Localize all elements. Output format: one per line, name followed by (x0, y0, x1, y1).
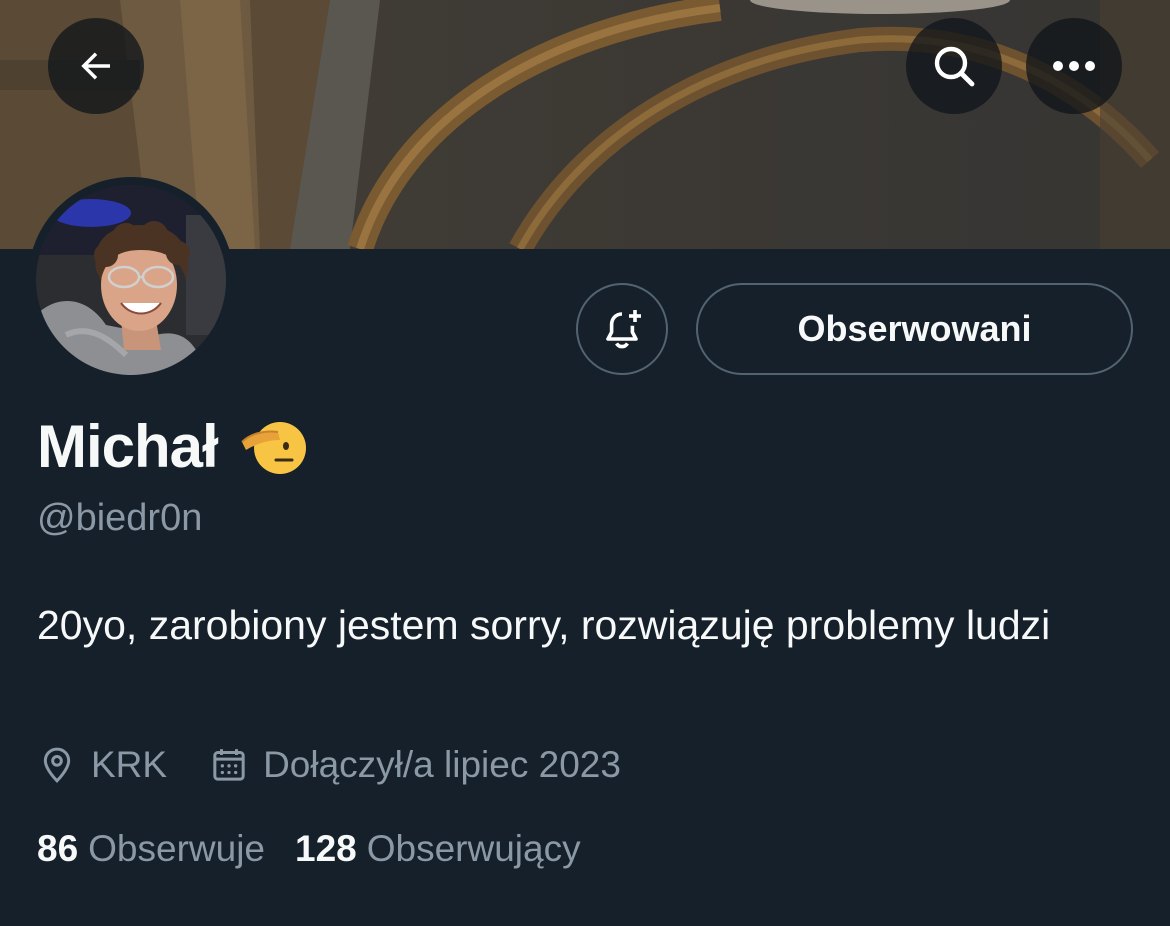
notifications-button[interactable] (576, 283, 668, 375)
following-label: Obserwuje (88, 828, 266, 869)
calendar-icon (213, 749, 245, 781)
profile-meta: KRK Dołączył/a lipiec 2023 (37, 740, 621, 790)
following-count: 86 (37, 828, 79, 869)
back-button[interactable] (48, 18, 144, 114)
location: KRK (37, 744, 167, 786)
arrow-left-icon (81, 52, 110, 80)
join-date: Dołączył/a lipiec 2023 (209, 744, 621, 786)
handle: @biedr0n (37, 497, 203, 539)
avatar-photo (36, 185, 226, 375)
location-pin-icon (43, 747, 71, 783)
bell-plus-icon (606, 310, 641, 349)
more-options-button[interactable] (1026, 18, 1122, 114)
join-date-text: Dołączył/a lipiec 2023 (263, 744, 621, 785)
following-link[interactable]: 86 Obserwuje (37, 828, 265, 870)
followers-link[interactable]: 128 Obserwujący (295, 828, 581, 870)
followers-count: 128 (295, 828, 357, 869)
bio: 20yo, zarobiony jestem sorry, rozwiązuję… (37, 602, 1051, 648)
avatar[interactable] (28, 177, 234, 383)
display-name-row: Michał (37, 408, 306, 484)
profile-page: Obserwowani Michał @biedr0n 20yo, zarobi… (0, 0, 1170, 926)
follow-stats: 86 Obserwuje 128 Obserwujący (37, 824, 581, 874)
followers-label: Obserwujący (366, 828, 581, 869)
saluting-face-emoji (241, 422, 306, 474)
search-button[interactable] (906, 18, 1002, 114)
more-dots-icon (1053, 61, 1095, 71)
following-button[interactable]: Obserwowani (696, 283, 1133, 375)
search-icon (934, 46, 975, 87)
location-text: KRK (91, 744, 168, 785)
display-name: Michał (37, 412, 219, 480)
